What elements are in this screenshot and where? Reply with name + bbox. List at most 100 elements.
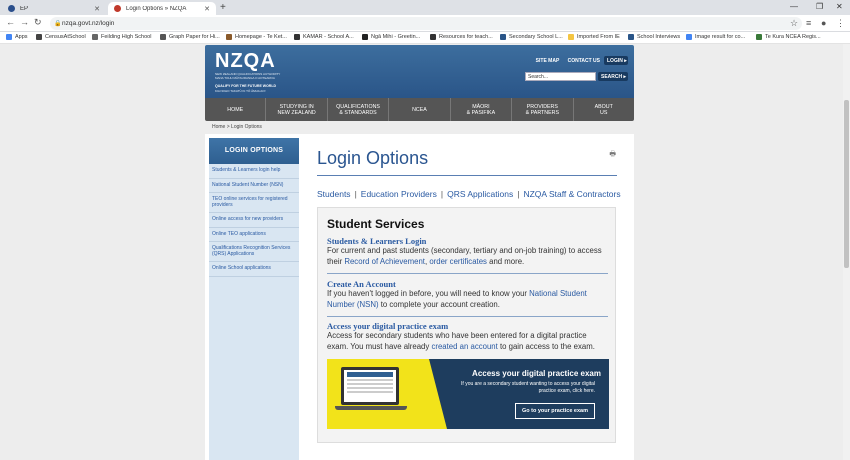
tab-title: EP (20, 5, 29, 12)
link-nzqa-staff[interactable]: NZQA Staff & Contractors (523, 189, 620, 199)
banner-subtitle: If you are a secondary student wanting t… (461, 381, 595, 394)
main-content: 🖶 Login Options Students | Education Provi… (317, 134, 624, 460)
sidebar: Students & Learners login help National … (209, 164, 299, 460)
order-certificates-link[interactable]: order certificates (429, 257, 487, 266)
bookmark[interactable]: KAMAR - School A... (294, 34, 354, 40)
section-students-login: Students & Learners Login For current an… (327, 236, 608, 267)
bookmark[interactable]: Resources for teach... (430, 34, 493, 40)
link-education-providers[interactable]: Education Providers (361, 189, 437, 199)
menu-kebab-icon[interactable]: ⋮ (836, 18, 845, 29)
separator: | (354, 189, 357, 199)
separator: | (440, 189, 444, 199)
search-input[interactable]: Search... (525, 72, 596, 81)
bookmark[interactable]: Homepage - Te Ket... (226, 34, 287, 40)
forward-icon[interactable]: → (20, 17, 29, 27)
breadcrumb[interactable]: Home > Login Options (212, 124, 262, 130)
tab-bar: EP ✕ Login Options » NZQA ✕ + — ❐ ✕ (0, 0, 850, 15)
page-body: LOGIN OPTIONS Students & Learners login … (205, 134, 634, 460)
students-login-link[interactable]: Students & Learners Login (327, 236, 608, 246)
section-digital-practice-exam: Access your digital practice exam Access… (327, 321, 608, 352)
separator: | (517, 189, 520, 199)
created-an-account-link[interactable]: created an account (431, 342, 497, 351)
logo-subtitle: NEW ZEALAND QUALIFICATIONS AUTHORITY MAN… (215, 72, 281, 80)
close-tab-icon[interactable]: ✕ (94, 5, 100, 13)
profile-avatar-icon[interactable]: ● (821, 18, 826, 28)
tagline: QUALIFY FOR THE FUTURE WORLD (215, 84, 276, 88)
bookmark[interactable]: School Interviews (628, 34, 680, 40)
reload-icon[interactable]: ↻ (34, 17, 42, 28)
nav-qualifications[interactable]: QUALIFICATIONS & STANDARDS (328, 98, 390, 121)
bookmark-apps[interactable]: Apps (6, 34, 28, 40)
contact-us-link[interactable]: CONTACT US (568, 58, 600, 64)
login-button[interactable]: LOGIN ▸ (604, 56, 628, 65)
close-tab-icon[interactable]: ✕ (204, 5, 210, 13)
audience-links: Students | Education Providers | QRS Applica… (317, 189, 621, 199)
nav-home[interactable]: HOME (205, 98, 267, 121)
header-links: SITE MAP CONTACT US (529, 58, 600, 64)
student-services-box: Student Services Students & Learners Log… (317, 207, 616, 443)
tab-favicon-icon (8, 5, 15, 12)
print-icon[interactable]: 🖶 (609, 150, 616, 161)
site-header: NZQA NEW ZEALAND QUALIFICATIONS AUTHORIT… (205, 45, 634, 98)
sidebar-item-teo-applications[interactable]: Online TEO applications (209, 228, 299, 242)
search-button[interactable]: SEARCH ▸ (598, 72, 628, 81)
tagline-maori: KIA NOHO TAKATŪ KI TŌ ĀMUA AO! (215, 89, 266, 93)
browser-tab[interactable]: EP ✕ (2, 2, 106, 15)
bookmark[interactable]: Secondary School L... (500, 34, 563, 40)
tab-favicon-icon (114, 5, 121, 12)
create-account-link[interactable]: Create An Account (327, 279, 608, 289)
reading-list-icon[interactable]: ≡ (806, 18, 811, 28)
minimize-icon[interactable]: — (790, 2, 798, 11)
bookmarks-bar: Apps CensusAtSchool Feilding High School… (0, 32, 850, 44)
practice-exam-banner[interactable]: Access your digital practice exam If you… (327, 359, 609, 429)
bookmark[interactable]: Feilding High School (92, 34, 151, 40)
bookmark-folder[interactable]: Imported From IE (568, 34, 620, 40)
bookmark-star-icon[interactable]: ☆ (790, 18, 798, 29)
browser-tab-active[interactable]: Login Options » NZQA ✕ (108, 2, 216, 15)
scrollbar-thumb[interactable] (844, 100, 849, 268)
maximize-icon[interactable]: ❐ (816, 2, 823, 11)
go-to-practice-exam-button[interactable]: Go to your practice exam (514, 403, 595, 419)
record-of-achievement-link[interactable]: Record of Achievement (344, 257, 425, 266)
bookmark-google[interactable]: Image result for co... (686, 34, 745, 40)
site-map-link[interactable]: SITE MAP (536, 58, 560, 64)
sidebar-heading: LOGIN OPTIONS (209, 138, 299, 164)
nav-providers-partners[interactable]: PROVIDERS & PARTNERS (512, 98, 574, 121)
link-qrs-applications[interactable]: QRS Applications (447, 189, 513, 199)
back-icon[interactable]: ← (6, 17, 15, 27)
bookmark[interactable]: Te Kura NCEA Regis... (756, 34, 821, 40)
window-close-icon[interactable]: ✕ (836, 2, 843, 11)
sidebar-item-students-login-help[interactable]: Students & Learners login help (209, 164, 299, 179)
page-scrollbar[interactable] (843, 44, 850, 460)
main-nav: HOME STUDYING IN NEW ZEALAND QUALIFICATI… (205, 98, 634, 121)
sidebar-item-new-providers[interactable]: Online access for new providers (209, 213, 299, 228)
link-students[interactable]: Students (317, 189, 351, 199)
sidebar-item-school-applications[interactable]: Online School applications (209, 262, 299, 277)
sidebar-item-nsn[interactable]: National Student Number (NSN) (209, 179, 299, 193)
nav-maori-pasifika[interactable]: MĀORI & PASIFIKA (451, 98, 513, 121)
bookmark[interactable]: Graph Paper for Hi... (160, 34, 220, 40)
digital-practice-exam-link[interactable]: Access your digital practice exam (327, 321, 608, 331)
nav-ncea[interactable]: NCEA (389, 98, 451, 121)
section-divider (327, 273, 608, 274)
section-create-account: Create An Account If you haven't logged … (327, 279, 608, 310)
new-tab-icon[interactable]: + (220, 2, 226, 13)
page-title: Login Options (317, 148, 429, 168)
laptop-illustration (341, 367, 399, 405)
tab-title: Login Options » NZQA (126, 5, 187, 12)
nzqa-logo[interactable]: NZQA (215, 50, 276, 73)
bookmark[interactable]: Ngā Mihi - Greetin... (362, 34, 420, 40)
nav-about-us[interactable]: ABOUT US (574, 98, 634, 121)
sidebar-item-teo-online-services[interactable]: TEO online services for registered provi… (209, 193, 299, 213)
sidebar-item-qrs-applications[interactable]: Qualifications Recognition Services (QRS… (209, 242, 299, 262)
bookmark[interactable]: CensusAtSchool (36, 34, 86, 40)
section-divider (327, 316, 608, 317)
url-text: nzqa.govt.nz/login (62, 20, 115, 27)
banner-title: Access your digital practice exam (472, 369, 601, 378)
laptop-base (335, 406, 407, 410)
page-viewport: NZQA NEW ZEALAND QUALIFICATIONS AUTHORIT… (0, 44, 843, 460)
divider (317, 175, 617, 176)
nav-studying-in-nz[interactable]: STUDYING IN NEW ZEALAND (266, 98, 328, 121)
box-title: Student Services (327, 217, 425, 231)
url-field[interactable]: 🔒 nzqa.govt.nz/login (50, 17, 802, 30)
